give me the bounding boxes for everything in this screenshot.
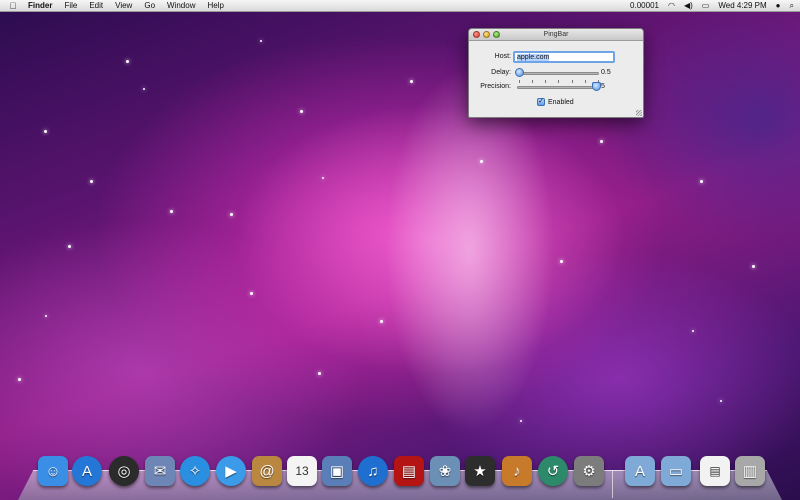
volume-icon[interactable]: ◀) (684, 1, 693, 10)
star (322, 177, 324, 179)
window-titlebar[interactable]: PingBar (469, 29, 643, 41)
precision-tick-marks (519, 80, 599, 83)
garageband-icon[interactable]: ♪ (502, 456, 532, 486)
itunes-icon[interactable]: ♫ (358, 456, 388, 486)
user-icon[interactable]: ● (776, 1, 781, 10)
documents-folder-icon[interactable]: ▭ (661, 456, 691, 486)
ichat-icon[interactable]: ▶ (216, 456, 246, 486)
menu-window[interactable]: Window (161, 1, 201, 10)
spotlight-search-icon[interactable]: ⌕ (790, 1, 794, 11)
menu-edit[interactable]: Edit (83, 1, 109, 10)
star (318, 372, 321, 375)
imovie-icon[interactable]: ★ (465, 456, 495, 486)
star (700, 180, 703, 183)
star (560, 260, 563, 263)
resize-grip-icon[interactable] (636, 110, 642, 116)
menu-file[interactable]: File (58, 1, 83, 10)
desktop-wallpaper (0, 0, 800, 500)
menu-go[interactable]: Go (138, 1, 161, 10)
star (410, 80, 413, 83)
menu-view[interactable]: View (109, 1, 138, 10)
host-input[interactable]: apple.com (513, 51, 615, 63)
precision-slider[interactable] (517, 86, 599, 89)
delay-slider[interactable] (517, 72, 599, 75)
star (90, 180, 93, 183)
star (45, 315, 47, 317)
photo-booth-icon[interactable]: ▤ (394, 456, 424, 486)
star (692, 330, 694, 332)
enabled-label: Enabled (548, 99, 574, 106)
wifi-icon[interactable]: ◠ (668, 1, 675, 10)
star (126, 60, 129, 63)
menubar:  Finder File Edit View Go Window Help 0… (0, 0, 800, 12)
menu-help[interactable]: Help (201, 1, 229, 10)
address-book-icon[interactable]: @ (252, 456, 282, 486)
app-store-icon[interactable]: A (72, 456, 102, 486)
star (68, 245, 71, 248)
enabled-checkbox[interactable]: ✓ (537, 98, 545, 106)
star (300, 110, 303, 113)
delay-label: Delay: (491, 69, 511, 76)
battery-icon[interactable]: ▭ (702, 1, 710, 10)
window-title: PingBar (543, 31, 569, 38)
star (170, 210, 173, 213)
menu-finder[interactable]: Finder (22, 1, 58, 10)
delay-slider-knob[interactable] (515, 68, 524, 77)
host-label: Host: (494, 53, 511, 60)
applications-folder-icon[interactable]: A (625, 456, 655, 486)
safari-icon[interactable]: ✧ (180, 456, 210, 486)
dashboard-icon[interactable]: ◎ (109, 456, 139, 486)
star (18, 378, 21, 381)
star (720, 400, 722, 402)
system-preferences-icon[interactable]: ⚙ (574, 456, 604, 486)
dock-separator (612, 470, 613, 498)
mail-icon[interactable]: ✉ (145, 456, 175, 486)
delay-value: 0.5 (601, 69, 611, 76)
precision-row: Precision: 5 (469, 80, 643, 93)
finder-icon[interactable]: ☺ (38, 456, 68, 486)
star (600, 140, 603, 143)
delay-row: Delay: 0.5 (469, 67, 643, 79)
menubar-status-area: 0.00001 ◠ ◀) ▭ Wed 4:29 PM ● ⌕ (621, 1, 800, 11)
trash-icon[interactable]: ▥ (735, 456, 765, 486)
menubar-clock[interactable]: Wed 4:29 PM (718, 1, 766, 10)
star (44, 130, 47, 133)
host-row: Host: apple.com (469, 51, 643, 63)
zoom-window-icon[interactable] (493, 31, 500, 38)
pingbar-window: PingBar Host: apple.com Delay: 0.5 Preci… (468, 28, 644, 118)
star (230, 213, 233, 216)
minimize-window-icon[interactable] (483, 31, 490, 38)
enabled-row: ✓ Enabled (469, 97, 643, 109)
star (250, 292, 253, 295)
precision-label: Precision: (480, 83, 511, 90)
precision-value: 5 (601, 83, 605, 90)
star (380, 320, 383, 323)
star (260, 40, 262, 42)
close-window-icon[interactable] (473, 31, 480, 38)
iphoto-icon[interactable]: ❀ (430, 456, 460, 486)
star (143, 88, 145, 90)
ical-icon[interactable]: 13 (287, 456, 317, 486)
time-machine-icon[interactable]: ↺ (538, 456, 568, 486)
preview-icon[interactable]: ▣ (322, 456, 352, 486)
apple-icon[interactable]:  (4, 1, 22, 11)
host-input-value: apple.com (517, 54, 550, 61)
pingbar-status-value[interactable]: 0.00001 (630, 1, 659, 10)
star (520, 420, 522, 422)
pdf-document-icon[interactable]: ▤ (700, 456, 730, 486)
star (480, 160, 483, 163)
star (752, 265, 755, 268)
precision-slider-knob[interactable] (592, 82, 601, 91)
